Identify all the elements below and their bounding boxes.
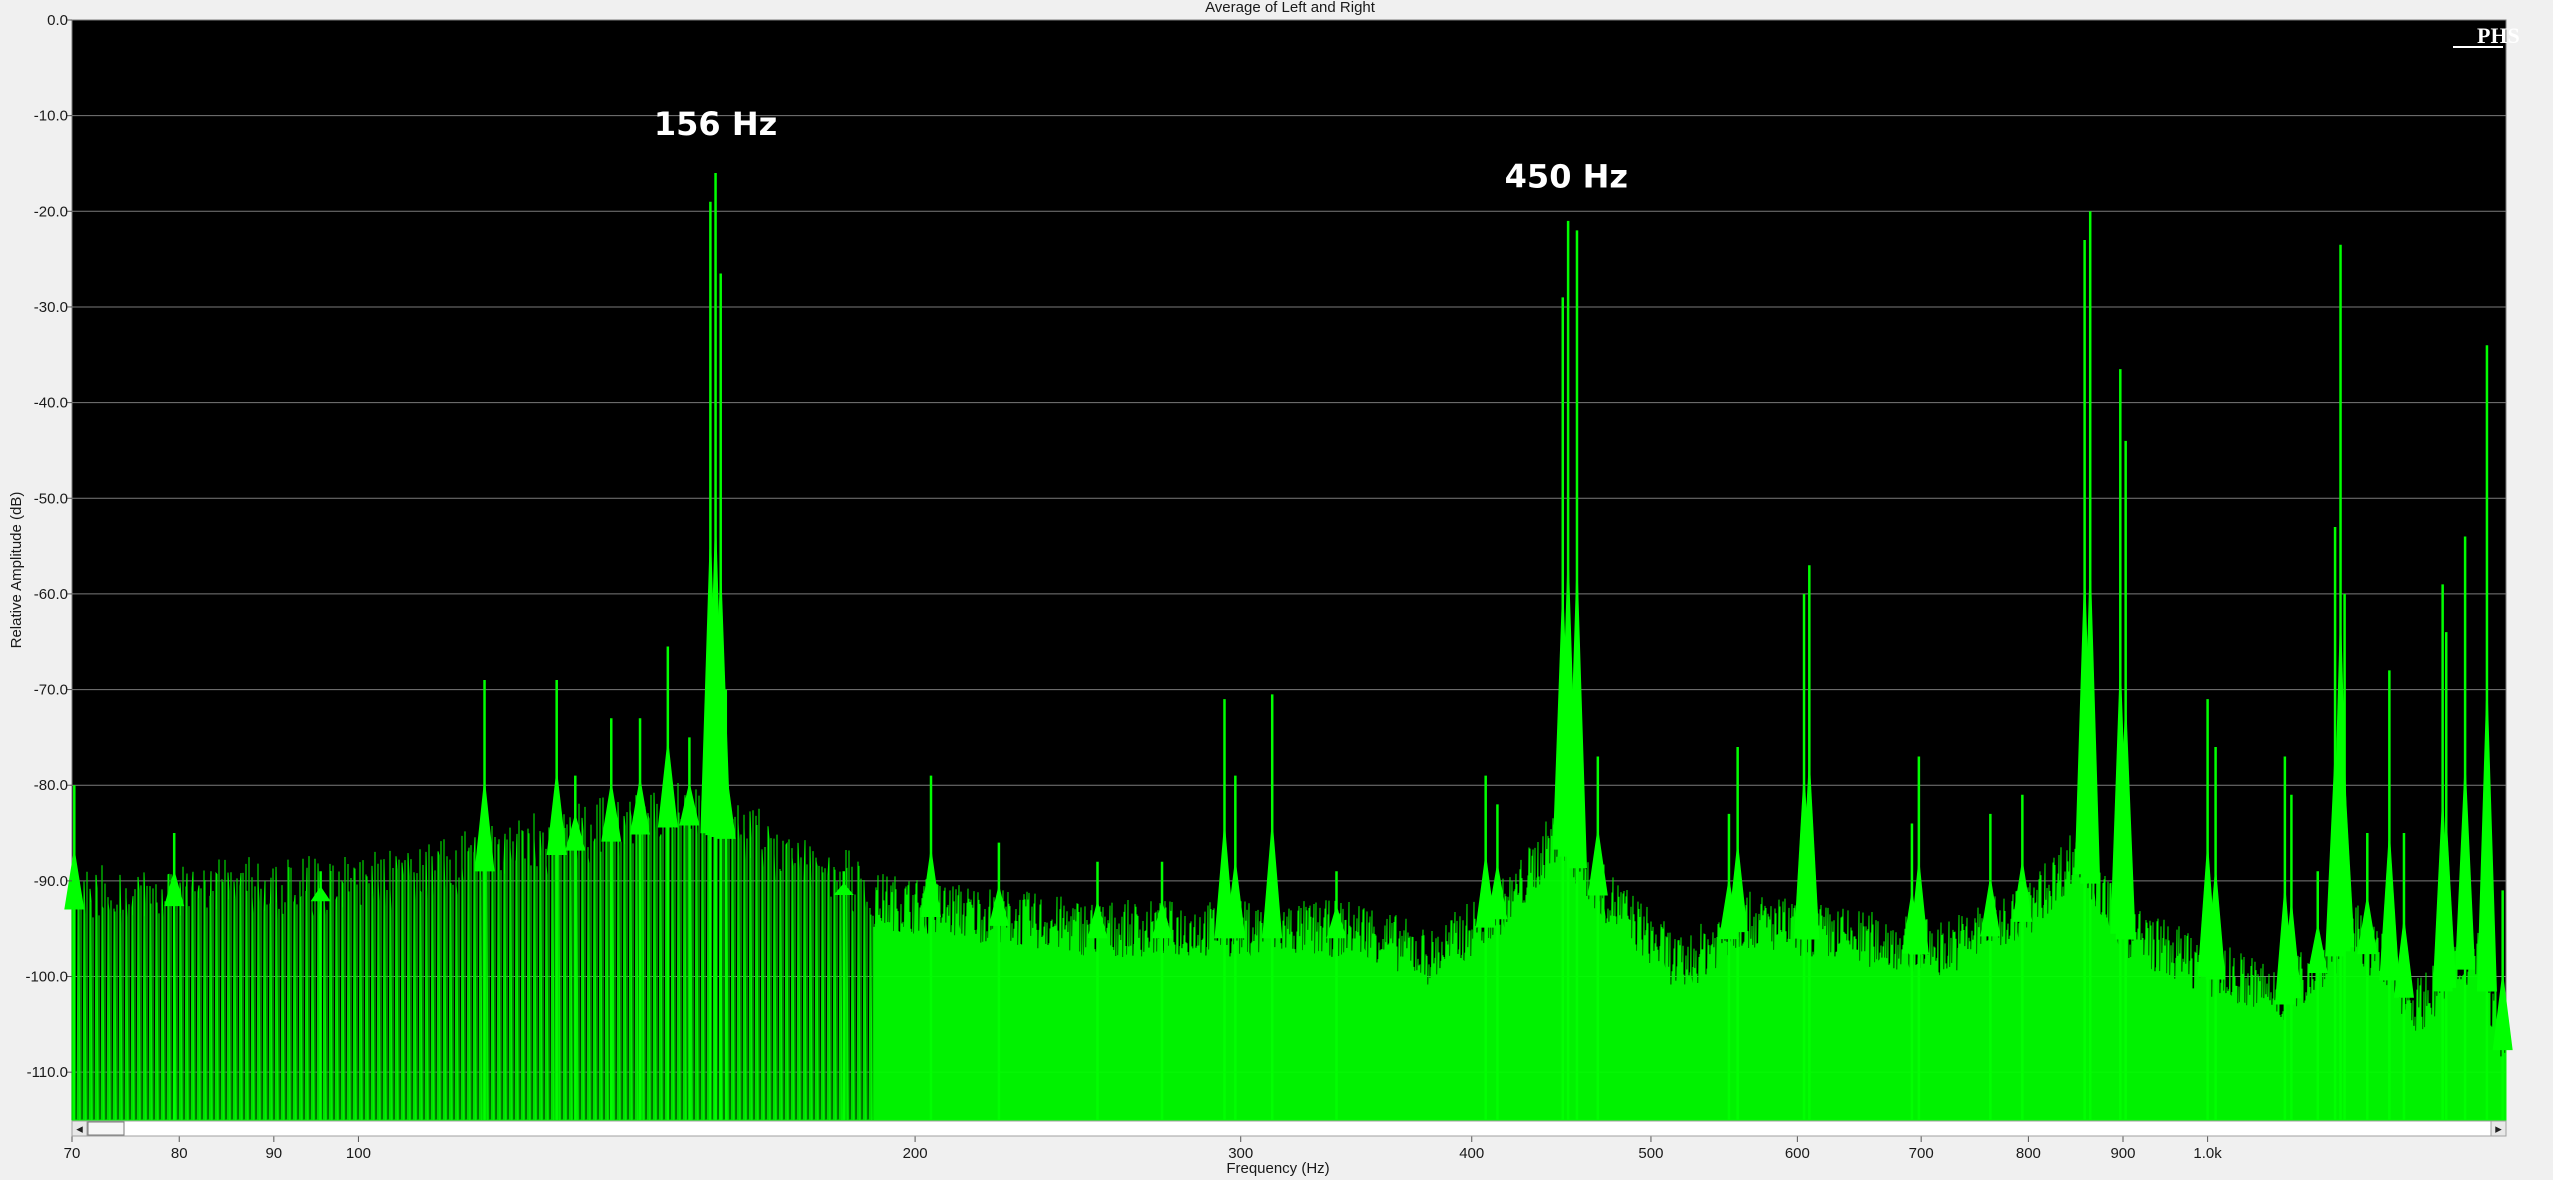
scroll-left-icon: ◂ [76,1122,83,1137]
y-tick-label: -110.0 [27,1064,68,1081]
spectrum-chart: Average of Left and Right 0.0 -10.0 -20.0 -… [8,0,2520,1177]
y-tick-label: -80.0 [34,777,68,794]
scrollbar-thumb[interactable] [87,1121,125,1136]
y-tick-label: -40.0 [34,395,68,412]
x-tick-label: 900 [2110,1145,2135,1162]
y-tick-label: -90.0 [34,873,68,890]
y-tick-label: -70.0 [34,682,68,699]
horizontal-scrollbar[interactable]: ◂ ▸ [71,1120,2507,1137]
annotation-label: 156 Hz [654,105,777,143]
y-tick-label: -60.0 [34,586,68,603]
x-tick-label: 800 [2016,1145,2041,1162]
logo-text: PHS [2477,23,2520,48]
x-tick-label: 600 [1785,1145,1810,1162]
scrollbar-track[interactable] [71,1120,2507,1137]
x-tick-label: 400 [1459,1145,1484,1162]
y-axis-label: Relative Amplitude (dB) [8,492,25,649]
x-tick-label: 700 [1909,1145,1934,1162]
y-tick-label: -100.0 [25,969,68,986]
y-axis-ticks: 0.0 -10.0 -20.0 -30.0 -40.0 -50.0 -60.0 -70.0 -8… [25,12,72,1081]
x-tick-label: 80 [171,1145,188,1162]
x-tick-label: 70 [64,1145,81,1162]
x-tick-label: 100 [346,1145,371,1162]
y-tick-label: 0.0 [47,12,68,29]
annotation-label: 450 Hz [1505,157,1628,195]
scroll-right-icon: ▸ [2495,1122,2502,1137]
y-tick-label: -50.0 [34,490,68,507]
x-tick-label: 1.0k [2193,1145,2222,1162]
y-tick-label: -30.0 [34,299,68,316]
x-tick-label: 500 [1638,1145,1663,1162]
x-axis-ticks: 70 80 90 100 200 300 400 500 600 700 800 900 1.0k [64,1136,2222,1162]
x-tick-label: 90 [265,1145,282,1162]
chart-title: Average of Left and Right [1205,0,1376,16]
x-tick-label: 200 [903,1145,928,1162]
y-tick-label: -20.0 [34,203,68,220]
y-tick-label: -10.0 [34,108,68,125]
x-axis-label: Frequency (Hz) [1226,1160,1329,1177]
